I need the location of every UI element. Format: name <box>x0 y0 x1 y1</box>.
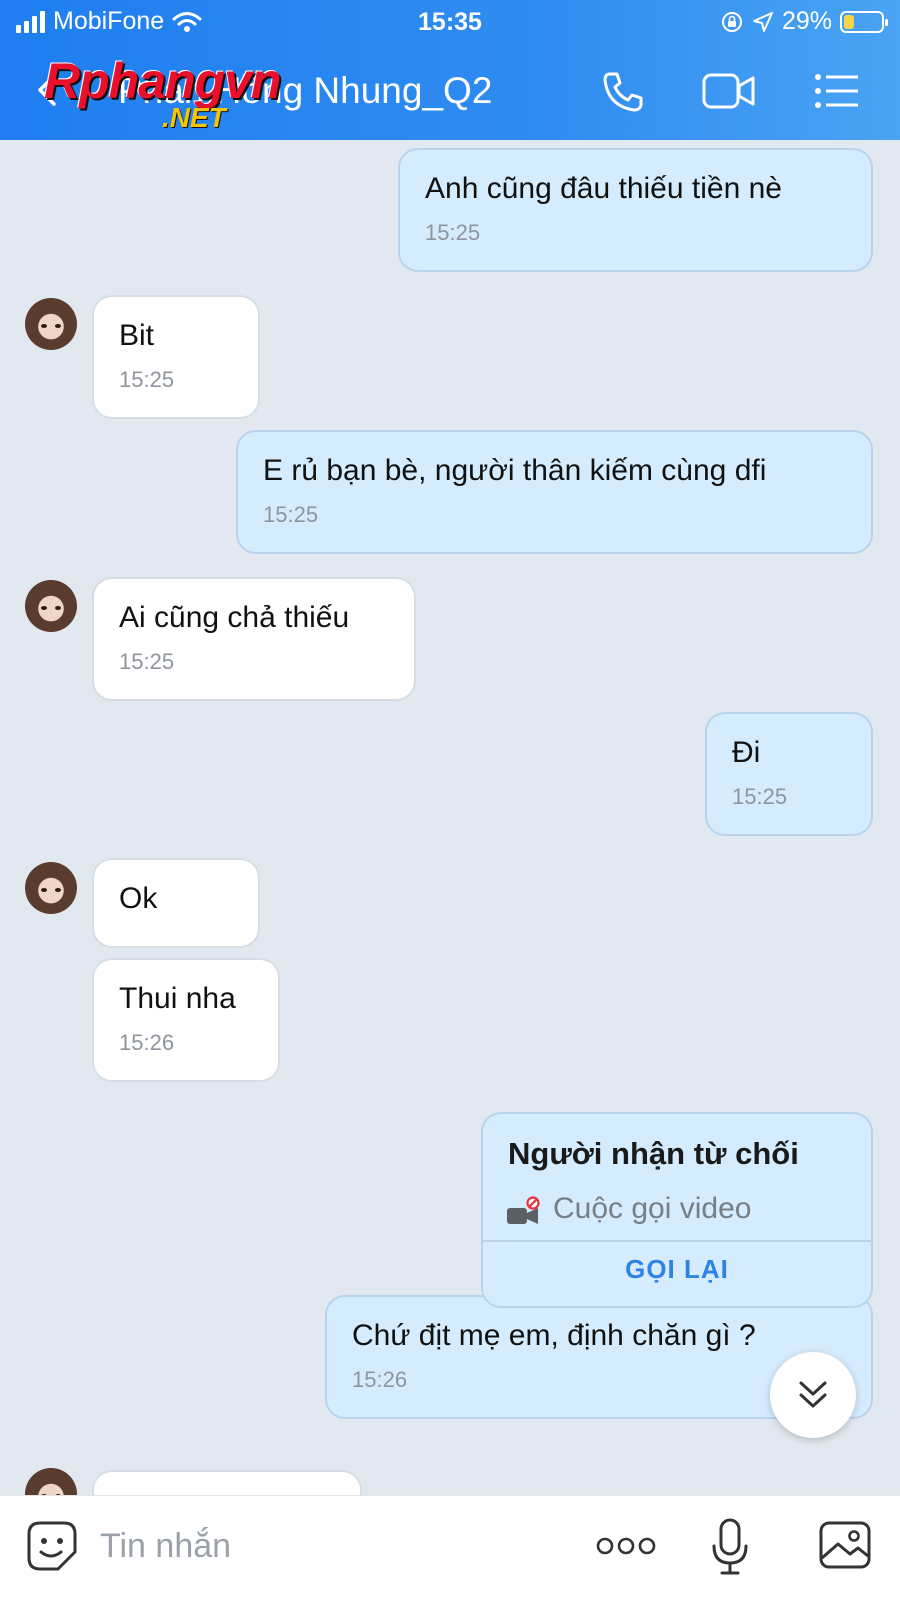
menu-icon[interactable] <box>812 68 862 114</box>
message-text: Ai cũng chả thiếu <box>119 601 350 634</box>
rotation-lock-icon <box>721 11 742 32</box>
avatar[interactable] <box>25 298 77 350</box>
video-call-declined-icon <box>507 1196 540 1224</box>
message-time: 15:25 <box>263 502 319 527</box>
message-text: Anh cũng đâu thiếu tiền nè <box>425 172 782 205</box>
battery-percent: 29% <box>781 7 832 35</box>
message-input[interactable] <box>100 1518 540 1574</box>
message-time: 15:25 <box>119 649 175 674</box>
message-time: 15:25 <box>119 367 175 392</box>
divider <box>483 1240 871 1242</box>
message-time: 15:26 <box>119 1030 175 1055</box>
message-bubble-incoming[interactable]: Ok <box>92 858 260 948</box>
message-text: E rủ bạn bè, người thân kiếm cùng dfi <box>263 454 767 487</box>
message-text: Bit <box>119 319 155 352</box>
back-icon[interactable] <box>28 70 68 110</box>
call-status-title: Người nhận từ chối <box>508 1136 799 1171</box>
message-time: 15:25 <box>732 784 788 809</box>
top-bar: MobiFone 15:35 29% Phan Hồng Nhung_Q2 Rp… <box>0 0 900 140</box>
message-text: Thui nha <box>119 982 236 1015</box>
image-icon[interactable] <box>818 1520 872 1570</box>
message-bubble-outgoing[interactable]: E rủ bạn bè, người thân kiếm cùng dfi 15… <box>236 430 873 554</box>
microphone-icon[interactable] <box>710 1518 750 1576</box>
more-icon[interactable] <box>596 1534 656 1558</box>
location-icon <box>752 11 773 32</box>
video-call-icon[interactable] <box>702 68 756 114</box>
battery-icon <box>840 10 888 33</box>
message-bubble-incoming[interactable]: Thui nha 15:26 <box>92 958 280 1082</box>
status-bar: MobiFone 15:35 29% <box>0 0 900 46</box>
avatar[interactable] <box>25 580 77 632</box>
message-bubble-incoming[interactable] <box>92 1470 362 1495</box>
message-time: 15:25 <box>425 220 481 245</box>
message-bubble-outgoing[interactable]: Anh cũng đâu thiếu tiền nè 15:25 <box>398 148 873 272</box>
contact-name[interactable]: Phan Hồng Nhung_Q2 <box>118 70 492 112</box>
avatar[interactable] <box>25 862 77 914</box>
sticker-icon[interactable] <box>26 1520 78 1572</box>
chat-header: Phan Hồng Nhung_Q2 <box>0 56 900 126</box>
call-back-button[interactable]: GỌI LẠI <box>483 1254 871 1285</box>
message-bubble-incoming[interactable]: Bit 15:25 <box>92 295 260 419</box>
message-text: Ok <box>119 882 158 915</box>
call-type-label: Cuộc gọi video <box>553 1192 752 1225</box>
message-bubble-incoming[interactable]: Ai cũng chả thiếu 15:25 <box>92 577 416 701</box>
scroll-down-button[interactable] <box>770 1352 856 1438</box>
phone-icon[interactable] <box>598 68 648 114</box>
avatar[interactable] <box>25 1468 77 1495</box>
message-text: Chứ địt mẹ em, định chăn gì ? <box>352 1319 756 1352</box>
missed-call-card[interactable]: Người nhận từ chối Cuộc gọi video GỌI LẠ… <box>481 1112 873 1308</box>
message-bubble-outgoing[interactable]: Đi 15:25 <box>705 712 873 836</box>
message-text: Đi <box>732 736 761 769</box>
scroll-down-icon <box>799 1381 827 1408</box>
composer-bar <box>0 1495 900 1600</box>
